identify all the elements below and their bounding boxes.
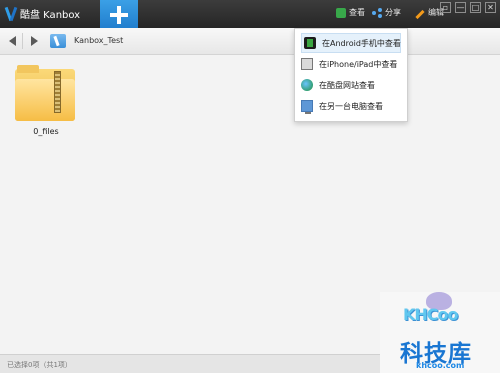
zipped-folder-icon[interactable] [15, 65, 75, 125]
selection-status: 已选择0项（共1项） [7, 361, 72, 369]
view-button[interactable]: 查看 [336, 7, 365, 18]
file-name-0-files[interactable]: 0_files [26, 127, 66, 136]
android-phone-icon [304, 37, 316, 49]
kanbox-folder-icon [50, 34, 66, 48]
app-logo: 酷盘 Kanbox [6, 6, 80, 21]
title-bar: 酷盘 Kanbox 查看 分享 编辑 ▫ — □ ✕ [0, 0, 500, 30]
app-title: 酷盘 Kanbox [20, 10, 81, 21]
menu-item-computer-label: 在另一台电脑查看 [319, 101, 383, 111]
menu-item-iphone-label: 在iPhone/iPad中查看 [319, 59, 398, 69]
computer-icon [301, 100, 313, 114]
globe-icon [301, 79, 313, 91]
breadcrumb-current-folder[interactable]: Kanbox_Test [74, 36, 123, 45]
menu-item-website-label: 在酷盘网站查看 [319, 80, 375, 90]
navigation-bar: Kanbox_Test [0, 28, 500, 55]
menu-item-android[interactable]: 在Android手机中查看 [301, 33, 401, 53]
navigation-divider [22, 33, 23, 49]
close-button[interactable]: ✕ [485, 2, 496, 13]
view-label: 查看 [349, 8, 365, 17]
chevron-left-icon[interactable] [9, 36, 16, 46]
view-dropdown-menu: 在Android手机中查看 在iPhone/iPad中查看 在酷盘网站查看 在另… [294, 28, 408, 122]
menu-window-button[interactable]: ▫ [440, 2, 451, 13]
kanbox-window: 酷盘 Kanbox 查看 分享 编辑 ▫ — □ ✕ Kanbox_Test 0… [0, 0, 500, 373]
watermark-domain: khcoo.com [416, 361, 465, 370]
add-button[interactable] [100, 0, 138, 30]
view-icon [336, 7, 346, 18]
maximize-button[interactable]: □ [470, 2, 481, 13]
menu-item-another-computer[interactable]: 在另一台电脑查看 [301, 96, 401, 116]
khcoo-watermark: KHCoo 科技库 khcoo.com [380, 292, 500, 373]
edit-icon [415, 9, 425, 20]
menu-item-android-label: 在Android手机中查看 [322, 38, 401, 48]
share-icon [372, 7, 382, 18]
window-controls: ▫ — □ ✕ [440, 2, 496, 13]
minimize-button[interactable]: — [455, 2, 466, 13]
share-button[interactable]: 分享 [372, 7, 401, 18]
menu-item-iphone[interactable]: 在iPhone/iPad中查看 [301, 54, 401, 74]
chevron-right-icon[interactable] [31, 36, 38, 46]
kanbox-logo-icon [6, 7, 16, 21]
menu-item-website[interactable]: 在酷盘网站查看 [301, 75, 401, 95]
watermark-logo-text: KHCoo [403, 305, 459, 324]
iphone-icon [301, 58, 313, 70]
share-label: 分享 [385, 8, 401, 17]
plus-icon [110, 6, 128, 24]
